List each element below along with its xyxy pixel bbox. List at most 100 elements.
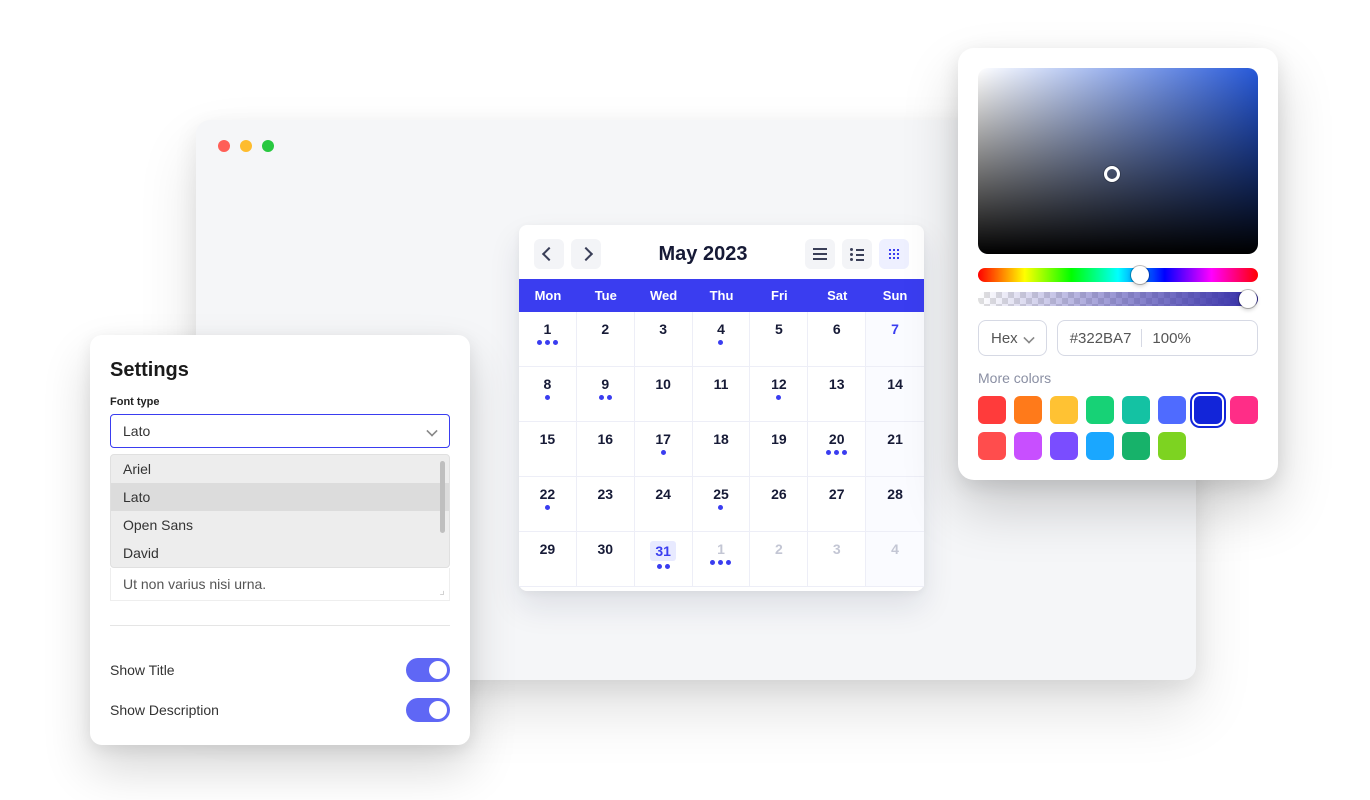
color-swatch[interactable] bbox=[1230, 396, 1258, 424]
day-number: 5 bbox=[775, 321, 783, 337]
hue-slider[interactable] bbox=[978, 268, 1258, 282]
calendar-day[interactable]: 4 bbox=[693, 312, 751, 367]
chevron-left-icon bbox=[542, 247, 556, 261]
day-number: 3 bbox=[833, 541, 841, 557]
prev-month-button[interactable] bbox=[534, 239, 564, 269]
color-swatch[interactable] bbox=[978, 396, 1006, 424]
calendar-day[interactable]: 10 bbox=[635, 367, 693, 422]
description-textarea[interactable]: Ut non varius nisi urna. ⌟ bbox=[110, 568, 450, 601]
calendar-day[interactable]: 3 bbox=[808, 532, 866, 587]
minimize-dot-icon[interactable] bbox=[240, 140, 252, 152]
calendar-day[interactable]: 16 bbox=[577, 422, 635, 477]
list-icon bbox=[850, 248, 864, 260]
calendar-day[interactable]: 26 bbox=[750, 477, 808, 532]
saturation-cursor-icon[interactable] bbox=[1104, 166, 1120, 182]
font-option[interactable]: David bbox=[111, 539, 449, 567]
calendar-day[interactable]: 29 bbox=[519, 532, 577, 587]
day-number: 18 bbox=[713, 431, 729, 447]
calendar-day[interactable]: 19 bbox=[750, 422, 808, 477]
day-number: 13 bbox=[829, 376, 845, 392]
hue-thumb[interactable] bbox=[1131, 266, 1149, 284]
calendar-day[interactable]: 14 bbox=[866, 367, 924, 422]
maximize-dot-icon[interactable] bbox=[262, 140, 274, 152]
calendar-day[interactable]: 22 bbox=[519, 477, 577, 532]
font-option[interactable]: Lato bbox=[111, 483, 449, 511]
scrollbar[interactable] bbox=[440, 461, 445, 533]
calendar-day[interactable]: 6 bbox=[808, 312, 866, 367]
day-number: 1 bbox=[544, 321, 552, 337]
show-description-label: Show Description bbox=[110, 702, 219, 718]
window-controls bbox=[218, 140, 274, 152]
color-picker: Hex #322BA7 100% More colors bbox=[958, 48, 1278, 480]
view-list-button[interactable] bbox=[842, 239, 872, 269]
calendar-day[interactable]: 28 bbox=[866, 477, 924, 532]
color-swatch[interactable] bbox=[978, 432, 1006, 460]
calendar-day[interactable]: 2 bbox=[750, 532, 808, 587]
color-swatch[interactable] bbox=[1122, 396, 1150, 424]
resize-handle-icon: ⌟ bbox=[439, 583, 445, 597]
calendar-day[interactable]: 23 bbox=[577, 477, 635, 532]
color-swatch[interactable] bbox=[1050, 396, 1078, 424]
color-swatch[interactable] bbox=[1086, 396, 1114, 424]
calendar-day[interactable]: 15 bbox=[519, 422, 577, 477]
event-dots bbox=[599, 395, 612, 400]
font-select-value: Lato bbox=[123, 423, 150, 439]
calendar-day[interactable]: 9 bbox=[577, 367, 635, 422]
calendar-day[interactable]: 1 bbox=[693, 532, 751, 587]
calendar-day[interactable]: 20 bbox=[808, 422, 866, 477]
next-month-button[interactable] bbox=[571, 239, 601, 269]
calendar-day[interactable]: 12 bbox=[750, 367, 808, 422]
close-dot-icon[interactable] bbox=[218, 140, 230, 152]
hex-input[interactable]: #322BA7 100% bbox=[1057, 320, 1258, 356]
color-format-select[interactable]: Hex bbox=[978, 320, 1047, 356]
day-number: 28 bbox=[887, 486, 903, 502]
font-option[interactable]: Ariel bbox=[111, 455, 449, 483]
calendar-day[interactable]: 2 bbox=[577, 312, 635, 367]
alpha-slider[interactable] bbox=[978, 292, 1258, 306]
saturation-field[interactable] bbox=[978, 68, 1258, 254]
calendar-day[interactable]: 24 bbox=[635, 477, 693, 532]
show-description-switch[interactable] bbox=[406, 698, 450, 722]
calendar-day[interactable]: 18 bbox=[693, 422, 751, 477]
calendar-day[interactable]: 13 bbox=[808, 367, 866, 422]
calendar-day[interactable]: 5 bbox=[750, 312, 808, 367]
calendar-day[interactable]: 30 bbox=[577, 532, 635, 587]
font-option[interactable]: Open Sans bbox=[111, 511, 449, 539]
grid-icon bbox=[888, 248, 900, 260]
font-select[interactable]: Lato bbox=[110, 414, 450, 448]
calendar-day[interactable]: 25 bbox=[693, 477, 751, 532]
dow-label: Tue bbox=[577, 279, 635, 312]
day-number: 20 bbox=[829, 431, 845, 447]
calendar-day[interactable]: 27 bbox=[808, 477, 866, 532]
color-swatch[interactable] bbox=[1014, 396, 1042, 424]
day-number: 6 bbox=[833, 321, 841, 337]
view-grid-button[interactable] bbox=[879, 239, 909, 269]
calendar-day[interactable]: 11 bbox=[693, 367, 751, 422]
day-number: 4 bbox=[717, 321, 725, 337]
day-number: 4 bbox=[891, 541, 899, 557]
color-swatch[interactable] bbox=[1122, 432, 1150, 460]
alpha-thumb[interactable] bbox=[1239, 290, 1257, 308]
calendar-day[interactable]: 1 bbox=[519, 312, 577, 367]
calendar-day[interactable]: 7 bbox=[866, 312, 924, 367]
show-title-switch[interactable] bbox=[406, 658, 450, 682]
color-swatch[interactable] bbox=[1194, 396, 1222, 424]
color-swatch[interactable] bbox=[1158, 432, 1186, 460]
color-swatch[interactable] bbox=[1158, 396, 1186, 424]
calendar-day[interactable]: 3 bbox=[635, 312, 693, 367]
calendar-day[interactable]: 8 bbox=[519, 367, 577, 422]
day-number: 2 bbox=[601, 321, 609, 337]
settings-title: Settings bbox=[110, 359, 450, 382]
view-agenda-button[interactable] bbox=[805, 239, 835, 269]
color-swatch[interactable] bbox=[1050, 432, 1078, 460]
calendar-day[interactable]: 21 bbox=[866, 422, 924, 477]
color-swatch[interactable] bbox=[1086, 432, 1114, 460]
calendar-day[interactable]: 4 bbox=[866, 532, 924, 587]
event-dots bbox=[710, 560, 731, 565]
calendar-day[interactable]: 31 bbox=[635, 532, 693, 587]
day-number: 11 bbox=[714, 376, 729, 392]
dow-label: Thu bbox=[693, 279, 751, 312]
calendar-day[interactable]: 17 bbox=[635, 422, 693, 477]
color-swatch[interactable] bbox=[1014, 432, 1042, 460]
event-dots bbox=[545, 505, 550, 510]
